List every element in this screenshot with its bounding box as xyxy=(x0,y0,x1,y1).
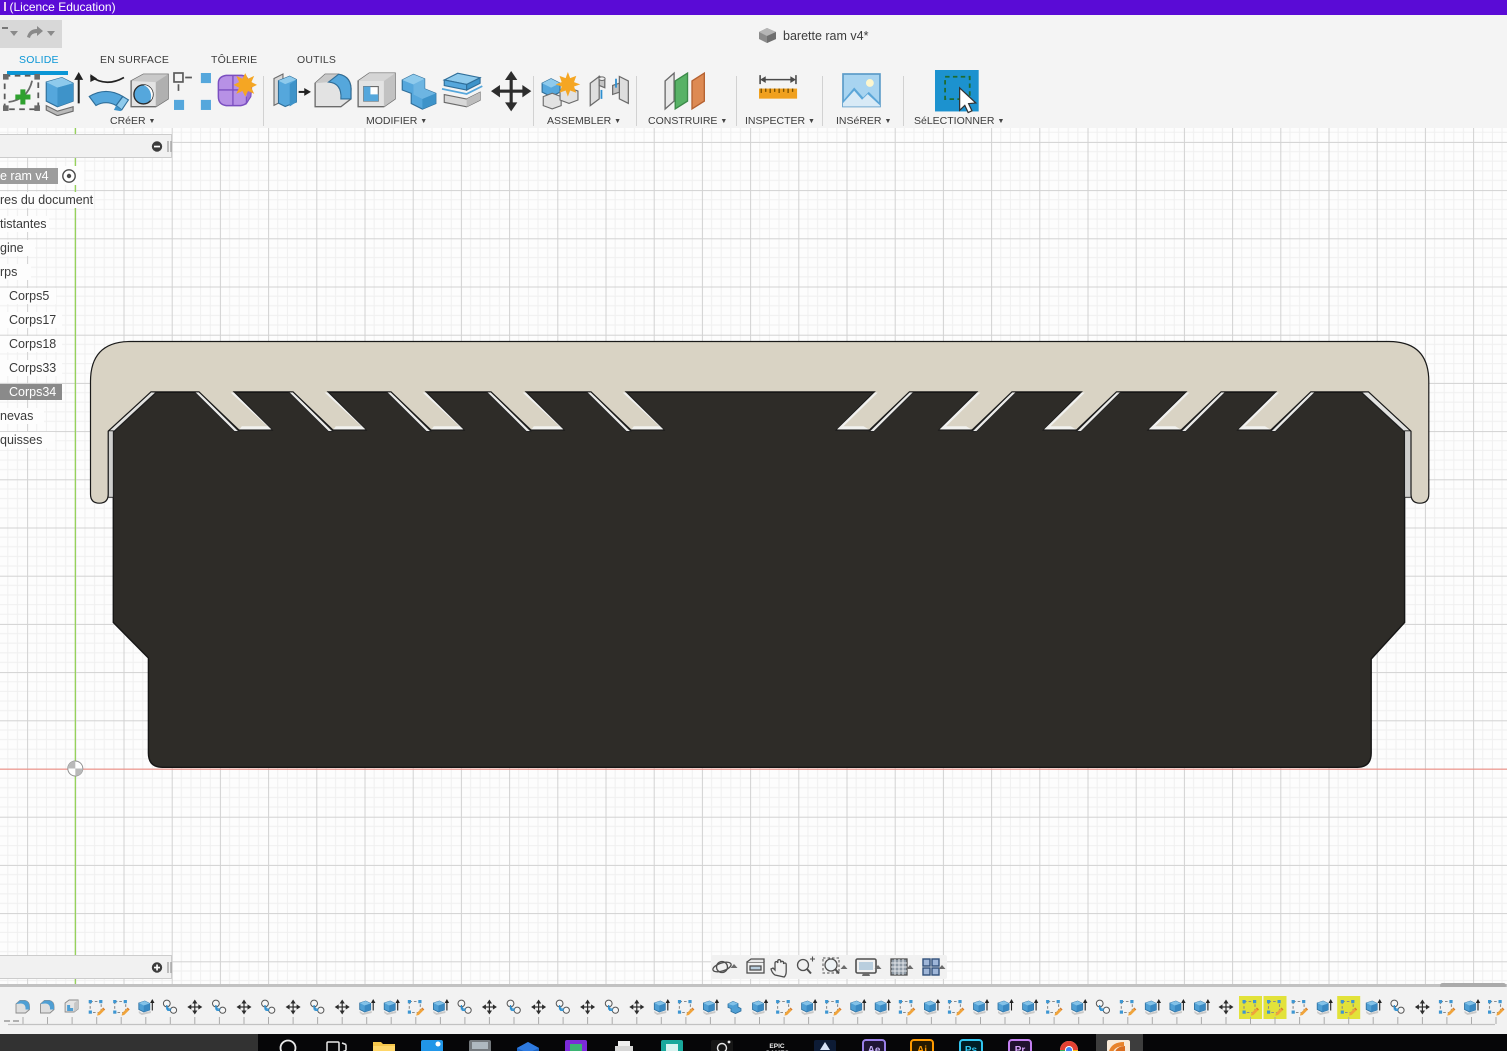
svg-text:Ae: Ae xyxy=(868,1045,881,1051)
svg-text:Pr: Pr xyxy=(1015,1045,1026,1051)
svg-text:Ai: Ai xyxy=(917,1045,927,1051)
svg-text:EPIC: EPIC xyxy=(769,1043,784,1050)
svg-text:Ps: Ps xyxy=(965,1045,978,1051)
